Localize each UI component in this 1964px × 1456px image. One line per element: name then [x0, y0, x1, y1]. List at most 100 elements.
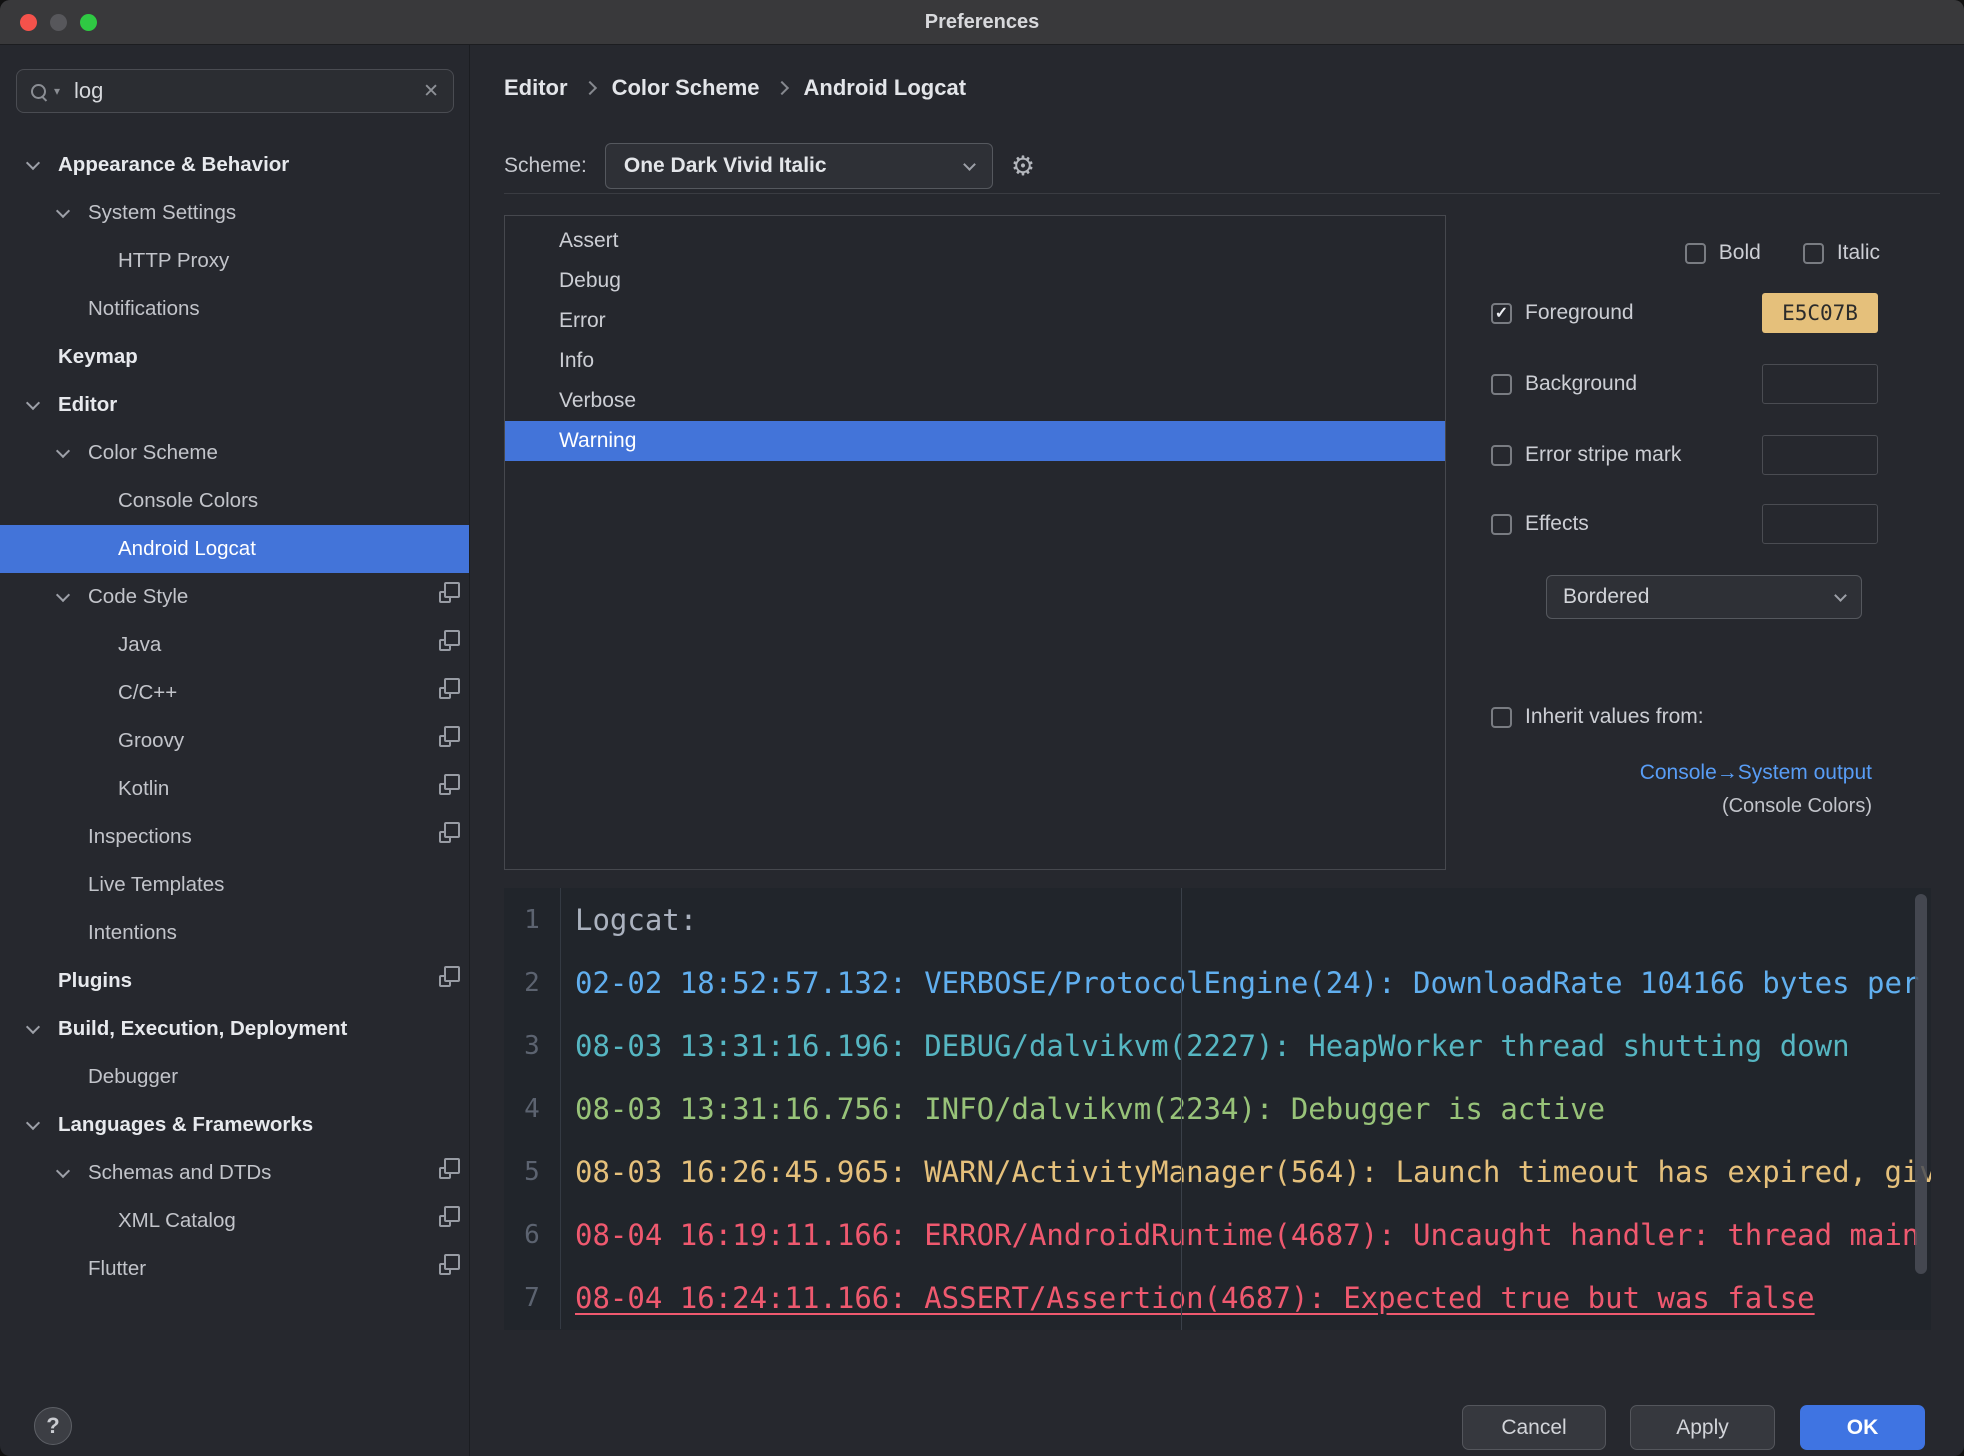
cancel-button[interactable]: Cancel: [1462, 1405, 1606, 1450]
sidebar-item-live-templates[interactable]: Live Templates: [0, 861, 469, 909]
scheme-label: Scheme:: [504, 154, 587, 177]
scheme-settings-gear-icon[interactable]: ⚙: [1011, 153, 1035, 180]
effects-color-field[interactable]: [1762, 504, 1878, 544]
sidebar-item-c-c[interactable]: C/C++: [0, 669, 469, 717]
breadcrumb-color-scheme[interactable]: Color Scheme: [612, 75, 760, 101]
error-stripe-color-field[interactable]: [1762, 435, 1878, 475]
copy-icon: [439, 1206, 460, 1227]
background-color-field[interactable]: [1762, 364, 1878, 404]
chevron-down-icon[interactable]: [58, 450, 88, 456]
sidebar-item-editor[interactable]: Editor: [0, 381, 469, 429]
sidebar-item-code-style[interactable]: Code Style: [0, 573, 469, 621]
chevron-down-icon: [88, 642, 118, 648]
sidebar-item-schemas-and-dtds[interactable]: Schemas and DTDs: [0, 1149, 469, 1197]
apply-button[interactable]: Apply: [1630, 1405, 1775, 1450]
inherit-label: Inherit values from:: [1525, 705, 1704, 728]
sidebar-item-http-proxy[interactable]: HTTP Proxy: [0, 237, 469, 285]
sidebar-item-color-scheme[interactable]: Color Scheme: [0, 429, 469, 477]
sidebar-item-label: Java: [118, 633, 162, 656]
sidebar-item-appearance-behavior[interactable]: Appearance & Behavior: [0, 141, 469, 189]
clear-search-icon[interactable]: ✕: [423, 80, 439, 103]
bold-checkbox[interactable]: [1684, 242, 1706, 264]
sidebar-item-label: Live Templates: [88, 873, 225, 896]
zoom-button[interactable]: [80, 14, 97, 31]
background-row[interactable]: Background: [1491, 370, 1637, 398]
chevron-down-icon: [58, 1074, 88, 1080]
sidebar-item-intentions[interactable]: Intentions: [0, 909, 469, 957]
chevron-down-icon[interactable]: [28, 402, 58, 408]
chevron-down-icon[interactable]: [58, 594, 88, 600]
sidebar-item-label: Keymap: [58, 345, 138, 368]
search-options-chevron-icon[interactable]: ▾: [54, 84, 60, 98]
effects-type-dropdown[interactable]: Bordered: [1546, 575, 1862, 619]
sidebar-item-xml-catalog[interactable]: XML Catalog: [0, 1197, 469, 1245]
inherit-row[interactable]: Inherit values from:: [1491, 703, 1704, 731]
chevron-down-icon[interactable]: [28, 1122, 58, 1128]
chevron-down-icon[interactable]: [58, 1170, 88, 1176]
sidebar-item-label: HTTP Proxy: [118, 249, 230, 272]
settings-search-box[interactable]: ▾ ✕: [16, 69, 454, 113]
sidebar-item-android-logcat[interactable]: Android Logcat: [0, 525, 469, 573]
foreground-checkbox[interactable]: [1491, 302, 1512, 324]
body: ▾ ✕ Appearance & Behavior System Settings…: [0, 45, 1964, 1456]
breadcrumb-editor[interactable]: Editor: [504, 75, 568, 101]
foreground-row[interactable]: Foreground: [1491, 299, 1634, 327]
chevron-down-icon[interactable]: [28, 162, 58, 168]
right-margin-guide: [1181, 888, 1182, 1330]
sidebar-item-inspections[interactable]: Inspections: [0, 813, 469, 861]
ok-button[interactable]: OK: [1800, 1405, 1925, 1450]
effects-checkbox[interactable]: [1491, 513, 1512, 535]
chevron-right-icon: [774, 80, 789, 96]
log-level-debug[interactable]: Debug: [505, 261, 1445, 301]
sidebar-item-plugins[interactable]: Plugins: [0, 957, 469, 1005]
sidebar-item-languages-frameworks[interactable]: Languages & Frameworks: [0, 1101, 469, 1149]
sidebar-item-flutter[interactable]: Flutter: [0, 1245, 469, 1293]
background-checkbox[interactable]: [1491, 373, 1512, 395]
log-level-warning[interactable]: Warning: [505, 421, 1445, 461]
log-level-info[interactable]: Info: [505, 341, 1445, 381]
italic-label: Italic: [1836, 241, 1880, 264]
chevron-down-icon[interactable]: [58, 210, 88, 216]
sidebar-item-kotlin[interactable]: Kotlin: [0, 765, 469, 813]
help-button[interactable]: ?: [34, 1407, 72, 1445]
copy-icon: [439, 1254, 460, 1275]
close-button[interactable]: [20, 14, 37, 31]
effects-row[interactable]: Effects: [1491, 510, 1589, 538]
editor-scrollbar[interactable]: [1915, 894, 1927, 1274]
sidebar-item-notifications[interactable]: Notifications: [0, 285, 469, 333]
copy-icon: [439, 726, 460, 747]
preview-editor[interactable]: 1 Logcat: 2 02-02 18:52:57.132: VERBOSE/Pro…: [504, 888, 1931, 1330]
sidebar-item-system-settings[interactable]: System Settings: [0, 189, 469, 237]
log-level-assert[interactable]: Assert: [505, 221, 1445, 261]
background-label: Background: [1525, 372, 1638, 395]
italic-checkbox[interactable]: [1802, 242, 1824, 264]
chevron-down-icon: [1834, 588, 1847, 602]
line-number: 6: [504, 1203, 561, 1266]
log-level-error[interactable]: Error: [505, 301, 1445, 341]
sidebar-item-keymap[interactable]: Keymap: [0, 333, 469, 381]
sidebar-item-label: Color Scheme: [88, 441, 218, 464]
search-input[interactable]: [72, 77, 416, 105]
foreground-color-field[interactable]: E5C07B: [1762, 293, 1878, 333]
italic-checkbox-row[interactable]: Italic: [1802, 241, 1880, 265]
sidebar-item-build-execution-deployment[interactable]: Build, Execution, Deployment: [0, 1005, 469, 1053]
chevron-down-icon[interactable]: [28, 1026, 58, 1032]
inherit-checkbox[interactable]: [1491, 706, 1512, 728]
sidebar-item-label: Android Logcat: [118, 537, 256, 560]
minimize-button[interactable]: [50, 14, 67, 31]
error-stripe-row[interactable]: Error stripe mark: [1491, 441, 1681, 469]
sidebar-item-label: Groovy: [118, 729, 185, 752]
log-line-text: 08-04 16:24:11.166: ASSERT/Assertion(468…: [575, 1280, 1815, 1315]
bold-checkbox-row[interactable]: Bold: [1684, 241, 1761, 265]
sidebar-item-label: Appearance & Behavior: [58, 153, 290, 176]
sidebar-item-groovy[interactable]: Groovy: [0, 717, 469, 765]
sidebar-item-console-colors[interactable]: Console Colors: [0, 477, 469, 525]
log-level-verbose[interactable]: Verbose: [505, 381, 1445, 421]
chevron-down-icon: [88, 1218, 118, 1224]
error-stripe-checkbox[interactable]: [1491, 444, 1512, 466]
bold-label: Bold: [1718, 241, 1761, 264]
inherit-source-link[interactable]: Console→System output: [1640, 761, 1872, 785]
sidebar-item-java[interactable]: Java: [0, 621, 469, 669]
scheme-dropdown[interactable]: One Dark Vivid Italic: [604, 143, 993, 189]
sidebar-item-debugger[interactable]: Debugger: [0, 1053, 469, 1101]
